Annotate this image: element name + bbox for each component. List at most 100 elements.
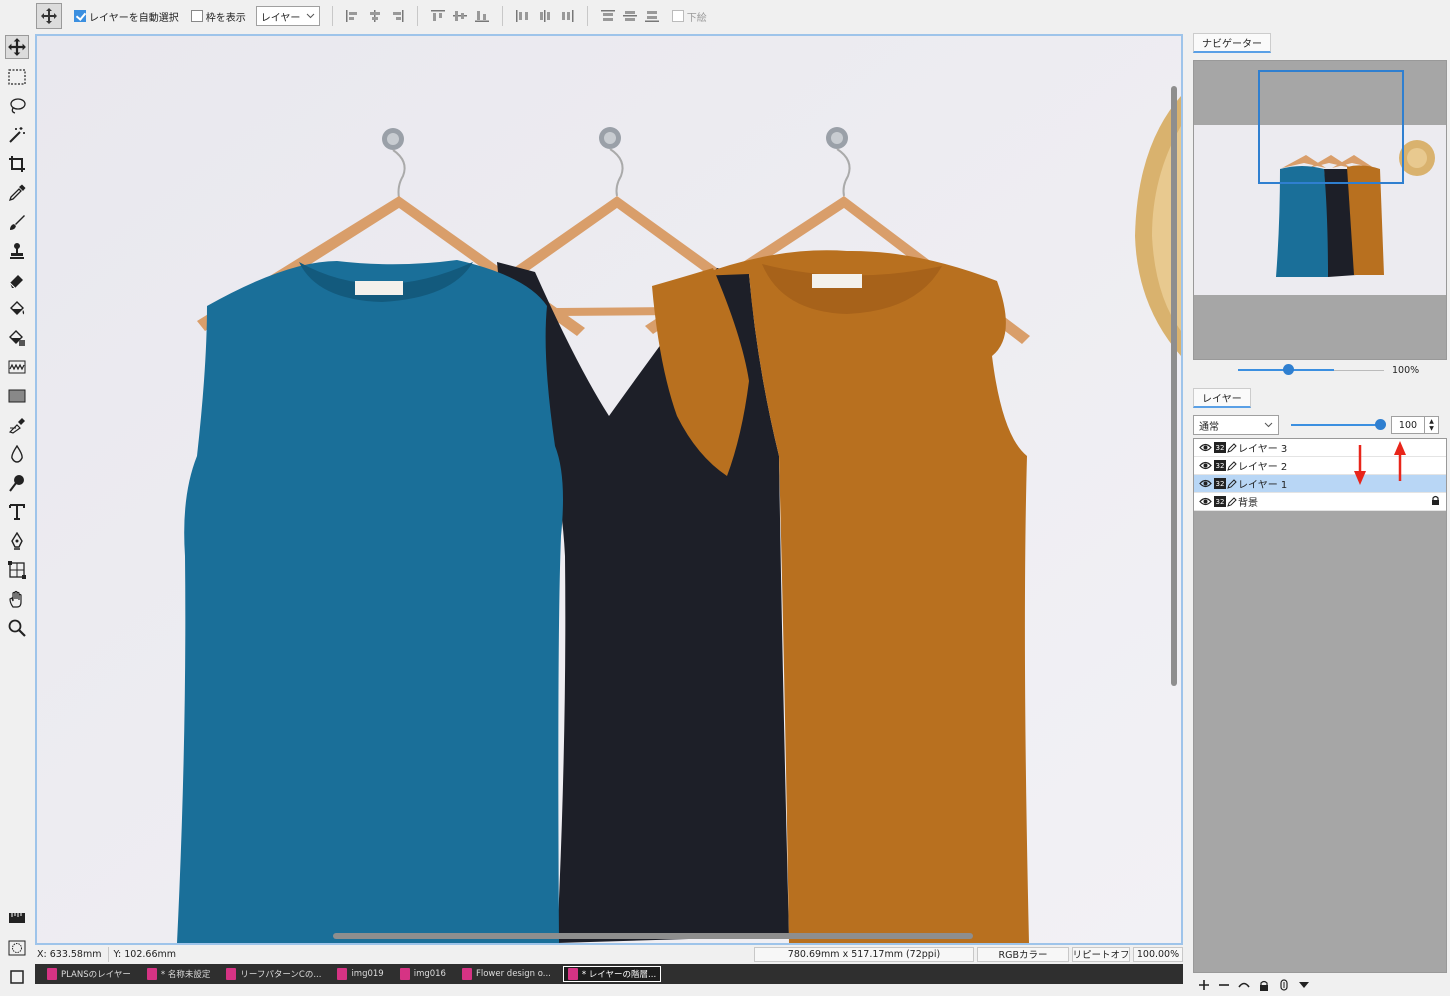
- layer-menu-icon[interactable]: [1298, 979, 1310, 991]
- distribute-bottom-icon[interactable]: [644, 8, 660, 24]
- navigator-view-rect[interactable]: [1258, 70, 1404, 184]
- rect-select-tool[interactable]: [5, 65, 29, 89]
- merge-layer-icon[interactable]: [1238, 979, 1250, 991]
- ruler-tool[interactable]: [5, 906, 29, 930]
- blend-mode-select[interactable]: 通常: [1193, 415, 1279, 435]
- align-right-icon[interactable]: [389, 8, 405, 24]
- tab-layers-label: レイヤー: [1202, 394, 1242, 405]
- navigator-zoom-knob[interactable]: [1282, 364, 1294, 375]
- opacity-stepper[interactable]: ▲ ▼: [1425, 416, 1439, 434]
- stamp-tool[interactable]: [5, 239, 29, 263]
- underlay-option[interactable]: 下絵: [671, 9, 707, 24]
- eraser-tool[interactable]: [5, 268, 29, 292]
- move-tool[interactable]: [5, 35, 29, 59]
- shape-tool[interactable]: [5, 384, 29, 408]
- distribute-right-icon[interactable]: [559, 8, 575, 24]
- transform-tool[interactable]: [5, 558, 29, 582]
- crop-tool[interactable]: [5, 152, 29, 176]
- stepper-up-icon[interactable]: ▲: [1429, 418, 1434, 425]
- pencil-icon: [1226, 478, 1238, 490]
- opacity-input[interactable]: 100: [1391, 416, 1425, 434]
- link-layer-icon[interactable]: [1278, 979, 1290, 991]
- remove-layer-icon[interactable]: [1218, 979, 1230, 991]
- square-icon: [10, 970, 24, 984]
- pencil-icon: [1226, 442, 1238, 454]
- quick-mask-tool[interactable]: [5, 936, 29, 960]
- align-left-icon[interactable]: [345, 8, 361, 24]
- opacity-slider[interactable]: [1291, 419, 1386, 430]
- lock-icon[interactable]: [1431, 495, 1440, 508]
- distribute-left-icon[interactable]: [515, 8, 531, 24]
- vertical-scrollbar[interactable]: [1171, 86, 1177, 686]
- layer-row-selected[interactable]: 32 レイヤー 1: [1194, 475, 1446, 493]
- lasso-tool[interactable]: [5, 94, 29, 118]
- eye-icon[interactable]: [1197, 476, 1213, 492]
- doc-tab[interactable]: リーフパターンCの...: [222, 966, 325, 982]
- tool-palette: [0, 33, 34, 996]
- pen-tool[interactable]: [5, 529, 29, 553]
- layer-row[interactable]: 32 背景: [1194, 493, 1446, 511]
- navigator-zoom-slider[interactable]: [1238, 364, 1334, 375]
- layer-row[interactable]: 32 レイヤー 2: [1194, 457, 1446, 475]
- magnifier-icon: [8, 619, 26, 637]
- distribute-hcenter-icon[interactable]: [537, 8, 553, 24]
- lock-layer-icon[interactable]: [1258, 979, 1270, 991]
- distribute-top-icon[interactable]: [600, 8, 616, 24]
- navigator-preview[interactable]: [1193, 60, 1447, 360]
- divider: [331, 6, 333, 26]
- file-icon: [567, 968, 578, 980]
- dodge-tool[interactable]: [5, 471, 29, 495]
- align-bottom-icon[interactable]: [474, 8, 490, 24]
- smudge-tool[interactable]: [5, 355, 29, 379]
- move-tool-indicator[interactable]: [36, 3, 62, 29]
- doc-tab-active[interactable]: * レイヤーの階層...: [562, 966, 662, 982]
- divider: [586, 6, 588, 26]
- color-mode[interactable]: RGBカラー: [977, 946, 1069, 962]
- magic-wand-tool[interactable]: [5, 123, 29, 147]
- align-top-icon[interactable]: [430, 8, 446, 24]
- options-bar: レイヤーを自動選択 枠を表示 レイヤー 下絵: [0, 0, 1450, 32]
- auto-select-checkbox[interactable]: [74, 10, 86, 22]
- canvas-area[interactable]: [35, 34, 1183, 945]
- clone-tool[interactable]: [5, 413, 29, 437]
- hand-tool[interactable]: [5, 587, 29, 611]
- align-hcenter-icon[interactable]: [367, 8, 383, 24]
- doc-tab[interactable]: img019: [333, 966, 387, 982]
- tab-navigator[interactable]: ナビゲーター: [1193, 33, 1271, 53]
- doc-tab[interactable]: img016: [396, 966, 450, 982]
- doc-tab[interactable]: Flower design o...: [458, 966, 555, 982]
- show-bounds-checkbox[interactable]: [190, 10, 203, 22]
- add-layer-icon[interactable]: [1198, 979, 1210, 991]
- doc-tab[interactable]: * 名称未設定: [143, 966, 214, 982]
- navigator-zoom-label: 100%: [1392, 364, 1420, 376]
- zoom-tool[interactable]: [5, 616, 29, 640]
- tab-layers[interactable]: レイヤー: [1193, 388, 1251, 408]
- gradient-fill-tool[interactable]: [5, 326, 29, 350]
- stepper-down-icon[interactable]: ▼: [1429, 425, 1434, 432]
- doc-tab[interactable]: PLANSのレイヤー: [43, 966, 135, 982]
- show-bounds-option[interactable]: 枠を表示: [190, 9, 246, 24]
- eye-icon[interactable]: [1197, 494, 1213, 510]
- bit-depth-badge: 32: [1214, 442, 1226, 453]
- zoom-level[interactable]: 100.00%: [1133, 946, 1183, 962]
- underlay-checkbox[interactable]: [671, 10, 684, 22]
- eye-icon[interactable]: [1197, 440, 1213, 456]
- bit-depth-badge: 32: [1214, 460, 1226, 471]
- eye-icon[interactable]: [1197, 458, 1213, 474]
- align-vcenter-icon[interactable]: [452, 8, 468, 24]
- distribute-vcenter-icon[interactable]: [622, 8, 638, 24]
- screen-mode-tool[interactable]: [5, 965, 29, 989]
- target-select[interactable]: レイヤー: [255, 6, 320, 26]
- layer-row[interactable]: 32 レイヤー 3: [1194, 439, 1446, 457]
- file-icon: [47, 968, 57, 980]
- blend-mode-value: 通常: [1199, 421, 1219, 433]
- auto-select-option[interactable]: レイヤーを自動選択: [74, 9, 179, 24]
- horizontal-scrollbar[interactable]: [333, 933, 973, 939]
- repeat-mode[interactable]: リピートオフ: [1072, 946, 1130, 962]
- opacity-knob[interactable]: [1375, 419, 1386, 430]
- text-tool[interactable]: [5, 500, 29, 524]
- blur-tool[interactable]: [5, 442, 29, 466]
- fill-tool[interactable]: [5, 297, 29, 321]
- eyedropper-tool[interactable]: [5, 181, 29, 205]
- brush-tool[interactable]: [5, 210, 29, 234]
